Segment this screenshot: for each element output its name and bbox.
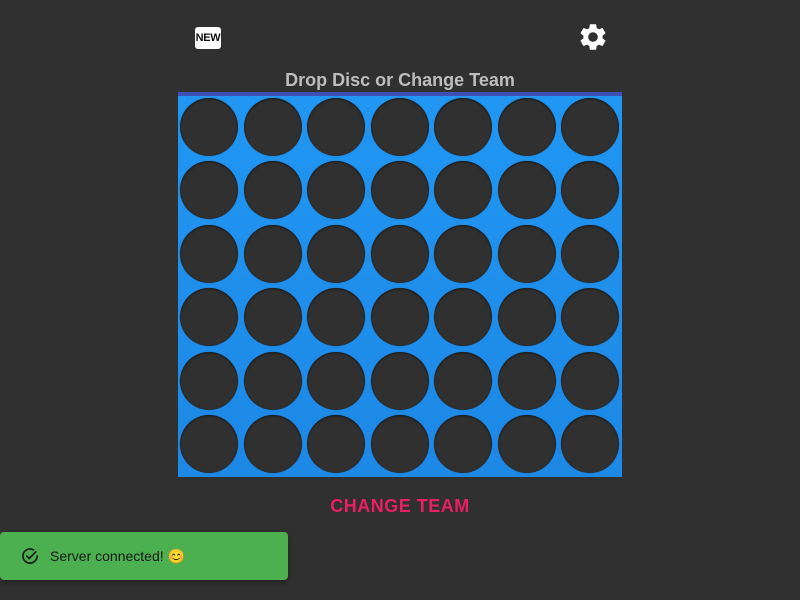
board-slot[interactable] [434, 288, 492, 347]
server-status-toast: Server connected! 😊 [0, 532, 288, 580]
toast-message: Server connected! 😊 [50, 547, 185, 564]
board-slot[interactable] [561, 98, 619, 156]
board-slot[interactable] [370, 161, 429, 220]
board-slot[interactable] [370, 224, 429, 283]
board-slot[interactable] [561, 224, 619, 283]
board-slot[interactable] [497, 351, 556, 410]
new-game-button[interactable]: NEW [191, 24, 225, 52]
board-slot[interactable] [370, 288, 429, 347]
change-team-button[interactable]: CHANGE TEAM [300, 492, 500, 520]
board-slot[interactable] [561, 161, 619, 220]
board-slot[interactable] [307, 224, 365, 283]
board-slot[interactable] [180, 351, 238, 410]
board-slot[interactable] [180, 415, 238, 473]
board-slot[interactable] [180, 98, 238, 156]
board-slot[interactable] [561, 351, 619, 410]
board-slot[interactable] [561, 415, 619, 473]
board-slot[interactable] [497, 161, 556, 220]
gear-icon [580, 24, 606, 50]
check-circle-icon [20, 546, 40, 566]
board-slot[interactable] [434, 351, 492, 410]
board-slot[interactable] [307, 161, 365, 220]
board-slot[interactable] [561, 288, 619, 347]
board-slot[interactable] [243, 98, 302, 156]
board-slot[interactable] [434, 224, 492, 283]
board-slot[interactable] [243, 351, 302, 410]
board-slot[interactable] [180, 288, 238, 347]
settings-button[interactable] [576, 20, 610, 54]
new-badge-icon: NEW [195, 27, 221, 49]
game-status-title: Drop Disc or Change Team [285, 70, 515, 90]
board-slot[interactable] [497, 288, 556, 347]
board-slot[interactable] [497, 415, 556, 473]
board-slot[interactable] [243, 288, 302, 347]
board-slot[interactable] [307, 351, 365, 410]
board-slot[interactable] [180, 161, 238, 220]
board-slot[interactable] [180, 224, 238, 283]
board-slot[interactable] [434, 161, 492, 220]
board-slot[interactable] [497, 224, 556, 283]
board-slot[interactable] [307, 415, 365, 473]
board-slot[interactable] [370, 98, 429, 156]
board-slot[interactable] [370, 351, 429, 410]
board-slot[interactable] [243, 224, 302, 283]
board-slot[interactable] [434, 98, 492, 156]
board-slot[interactable] [243, 415, 302, 473]
board-slot[interactable] [307, 98, 365, 156]
board-slot[interactable] [497, 98, 556, 156]
game-board[interactable] [178, 92, 622, 477]
board-slot[interactable] [370, 415, 429, 473]
board-slot[interactable] [434, 415, 492, 473]
board-slot[interactable] [307, 288, 365, 347]
board-slot[interactable] [243, 161, 302, 220]
